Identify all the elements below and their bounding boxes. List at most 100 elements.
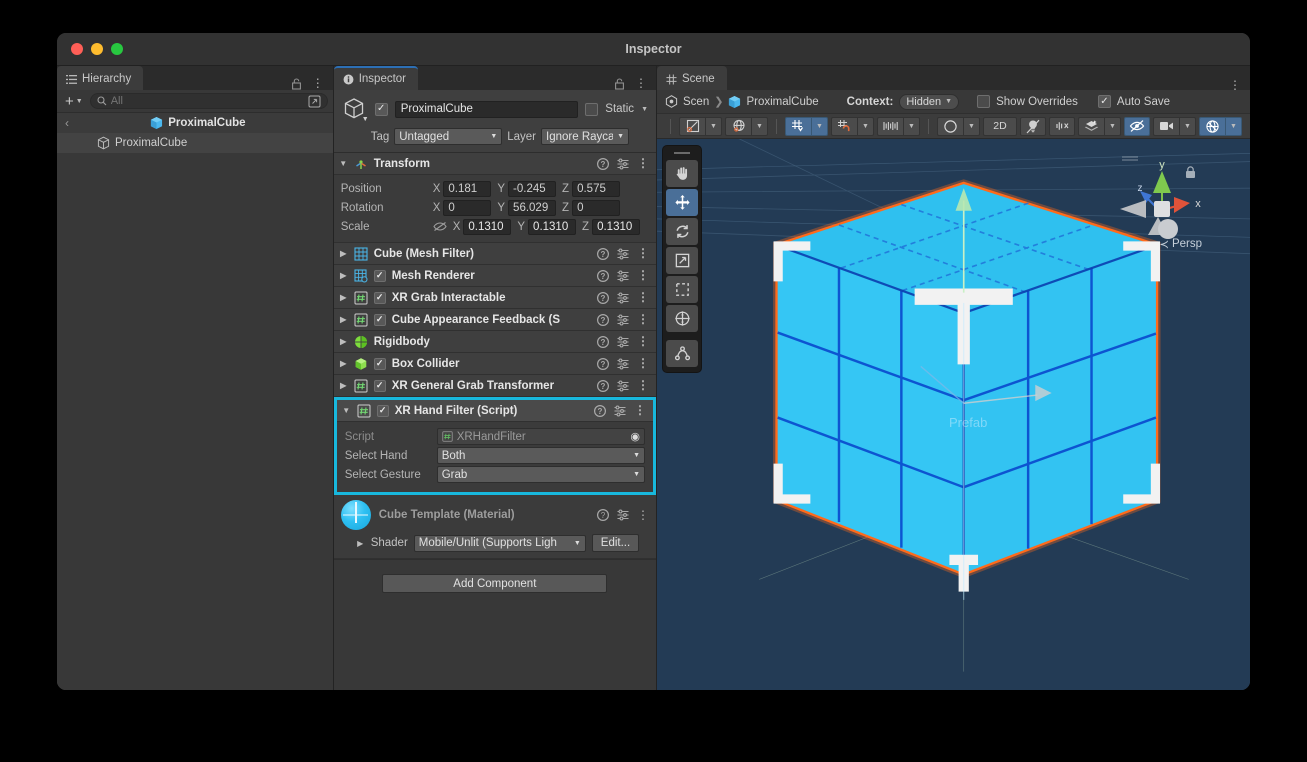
component-header-rigidbody[interactable]: ▶ Rigidbody ? ⋮ (333, 331, 656, 353)
component-header-xr-general-grab-transformer[interactable]: ▶ ✓ XR General Grab Transformer ? ⋮ (333, 375, 656, 397)
component-header-mesh-filter[interactable]: ▶ Cube (Mesh Filter) ? ⋮ (333, 243, 656, 265)
preset-icon[interactable] (617, 509, 629, 521)
preset-icon[interactable] (617, 248, 629, 260)
search-expand-icon[interactable] (308, 95, 321, 108)
position-z-field[interactable]: 0.575 (572, 180, 621, 197)
object-picker-icon[interactable]: ◉ (626, 430, 640, 443)
component-enabled-checkbox[interactable]: ✓ (373, 379, 386, 392)
edit-shader-button[interactable]: Edit... (591, 534, 640, 552)
rotation-y-field[interactable]: 56.029 (508, 199, 557, 216)
magnet-snap-icon-button[interactable] (831, 116, 857, 136)
help-icon[interactable]: ? (597, 313, 609, 326)
preset-icon[interactable] (614, 405, 626, 417)
preset-icon[interactable] (617, 336, 629, 348)
preset-icon[interactable] (617, 314, 629, 326)
preset-icon[interactable] (617, 158, 629, 170)
scale-tool-button[interactable] (666, 247, 698, 274)
hierarchy-search-input[interactable] (110, 95, 304, 107)
material-menu-icon[interactable]: ⋮ (637, 509, 649, 521)
foldout-arrow-icon[interactable]: ▼ (342, 406, 351, 415)
hand-tool-button[interactable] (666, 160, 698, 187)
rotation-x-field[interactable]: 0 (443, 199, 492, 216)
fx-dropdown[interactable]: ▼ (1104, 116, 1121, 136)
component-header-transform[interactable]: ▼ Transform ? ⋮ (333, 153, 656, 175)
component-menu-icon[interactable]: ⋮ (637, 379, 649, 391)
component-header-cube-appearance-feedback[interactable]: ▶ ✓ Cube Appearance Feedback (Scrip ? ⋮ (333, 309, 656, 331)
foldout-arrow-icon[interactable]: ▶ (339, 293, 348, 302)
gizmos-globe-icon-button[interactable] (1199, 116, 1225, 136)
shading-ball-icon-button[interactable] (937, 116, 963, 136)
maximize-button[interactable] (111, 43, 123, 55)
shading-mode-button[interactable] (679, 116, 705, 136)
toggle-2d-button[interactable]: 2D (983, 116, 1017, 136)
hierarchy-menu-icon[interactable]: ⋮ (312, 77, 324, 89)
component-menu-icon[interactable]: ⋮ (637, 247, 649, 259)
move-tool-button[interactable] (666, 189, 698, 216)
gizmos-dropdown[interactable]: ▼ (1225, 116, 1242, 136)
scale-y-field[interactable]: 0.1310 (528, 218, 577, 235)
scale-x-field[interactable]: 0.1310 (463, 218, 512, 235)
help-icon[interactable]: ? (597, 509, 609, 521)
grid-visibility-dropdown[interactable]: ▼ (903, 116, 920, 136)
preset-icon[interactable] (617, 358, 629, 370)
gameobject-name-field[interactable]: ProximalCube (394, 100, 579, 118)
toggle-lighting-button[interactable] (1020, 116, 1046, 136)
hierarchy-search[interactable] (89, 93, 328, 109)
static-checkbox[interactable]: ✓ (585, 102, 599, 116)
scene-viewport[interactable]: Prefab y x z ≺ Persp (657, 139, 1250, 690)
tag-dropdown[interactable]: Untagged ▼ (394, 128, 503, 145)
help-icon[interactable]: ? (597, 291, 609, 304)
tab-inspector[interactable]: Inspector (333, 66, 419, 90)
foldout-arrow-icon[interactable]: ▶ (339, 359, 348, 368)
auto-save-checkbox[interactable]: ✓ (1097, 95, 1111, 108)
lock-icon[interactable] (613, 77, 626, 90)
hierarchy-item-proximalcube[interactable]: ProximalCube (57, 133, 333, 153)
material-header[interactable]: Cube Template (Material) ? ⋮ (333, 495, 656, 530)
help-icon[interactable]: ? (597, 357, 609, 370)
component-header-xr-hand-filter[interactable]: ▼ ✓ XR Hand Filter (Script) ? ⋮ (336, 400, 653, 422)
breadcrumb-prefab[interactable]: ProximalCube (746, 96, 818, 108)
surface-snap-dropdown[interactable]: ▼ (857, 116, 874, 136)
foldout-arrow-icon[interactable]: ▶ (339, 271, 348, 280)
help-icon[interactable]: ? (597, 335, 609, 348)
preset-icon[interactable] (617, 270, 629, 282)
foldout-arrow-icon[interactable]: ▶ (339, 315, 348, 324)
context-dropdown[interactable]: Hidden ▼ (899, 93, 960, 110)
close-button[interactable] (71, 43, 83, 55)
breadcrumb-scene[interactable]: Scen (683, 96, 709, 108)
component-menu-icon[interactable]: ⋮ (634, 404, 646, 416)
foldout-arrow-icon[interactable]: ▶ (339, 381, 348, 390)
position-x-field[interactable]: 0.181 (443, 180, 492, 197)
back-arrow-icon[interactable]: ‹ (65, 116, 69, 130)
toggle-audio-button[interactable] (1049, 116, 1075, 136)
scene-lighting-dropdown[interactable]: ▼ (963, 116, 980, 136)
draw-mode-dropdown[interactable]: ▼ (705, 116, 722, 136)
select-gesture-dropdown[interactable]: Grab ▼ (436, 466, 645, 483)
rotation-z-field[interactable]: 0 (572, 199, 621, 216)
foldout-arrow-icon[interactable]: ▶ (339, 249, 348, 258)
component-enabled-checkbox[interactable]: ✓ (373, 313, 386, 326)
script-object-field[interactable]: XRHandFilter ◉ (436, 428, 645, 445)
gameobject-enabled-checkbox[interactable]: ✓ (374, 102, 388, 116)
help-icon[interactable]: ? (597, 247, 609, 260)
tab-scene[interactable]: Scene (657, 66, 727, 90)
rotate-tool-button[interactable] (666, 218, 698, 245)
layer-dropdown[interactable]: Ignore Raycas ▼ (541, 128, 630, 145)
foldout-arrow-icon[interactable]: ▶ (356, 539, 365, 548)
component-menu-icon[interactable]: ⋮ (637, 313, 649, 325)
help-icon[interactable]: ? (597, 157, 609, 170)
component-enabled-checkbox[interactable]: ✓ (376, 404, 389, 417)
minimize-button[interactable] (91, 43, 103, 55)
component-menu-icon[interactable]: ⋮ (637, 357, 649, 369)
static-dropdown-icon[interactable]: ▼ (641, 106, 648, 113)
overlay-drag-handle[interactable] (674, 152, 690, 154)
show-overrides-checkbox[interactable]: ✓ (977, 95, 991, 108)
component-header-box-collider[interactable]: ▶ ✓ Box Collider ? ⋮ (333, 353, 656, 375)
shader-dropdown[interactable]: Mobile/Unlit (Supports Ligh ▼ (413, 534, 586, 552)
camera-icon-button[interactable] (1153, 116, 1179, 136)
custom-editor-tool-button[interactable] (666, 340, 698, 367)
grid-ruler-icon-button[interactable] (877, 116, 903, 136)
create-object-button[interactable]: + ▼ (62, 93, 86, 110)
component-menu-icon[interactable]: ⋮ (637, 269, 649, 281)
select-hand-dropdown[interactable]: Both ▼ (436, 447, 645, 464)
